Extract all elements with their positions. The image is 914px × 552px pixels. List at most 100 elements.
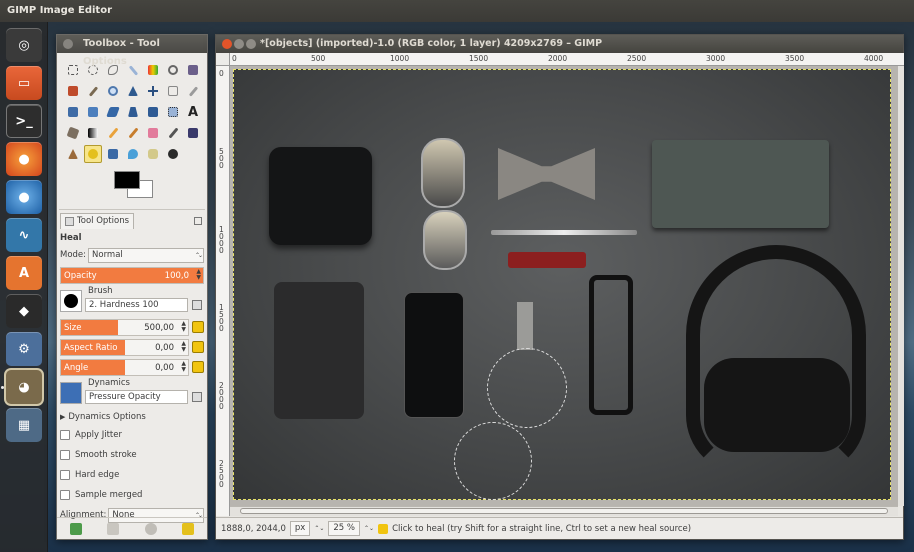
delete-preset-icon[interactable]: [144, 522, 157, 535]
system-monitor-icon[interactable]: ∿: [6, 218, 42, 252]
dock-tabs: Tool Options: [57, 213, 207, 229]
horizontal-ruler[interactable]: 0 500 1000 1500 2000 2500 3000 3500 4000: [230, 53, 904, 66]
inkscape-icon[interactable]: ◆: [6, 294, 42, 328]
scroll-thumb[interactable]: [240, 508, 888, 514]
foreground-select-tool[interactable]: [184, 61, 202, 79]
reset-icon[interactable]: [192, 361, 204, 373]
spin-arrows-icon[interactable]: ▲ ▼: [181, 340, 186, 353]
blur-tool[interactable]: [124, 145, 142, 163]
software-center-icon[interactable]: A: [6, 256, 42, 290]
spin-arrows-icon[interactable]: ⌃⌄: [364, 525, 374, 532]
pencil-tool[interactable]: [104, 124, 122, 142]
minimize-icon[interactable]: [234, 39, 244, 49]
workspace-icon[interactable]: ▦: [6, 408, 42, 442]
perspective-tool[interactable]: [124, 103, 142, 121]
aspect-ratio-slider[interactable]: Aspect Ratio 0,00 ▲ ▼: [60, 338, 189, 356]
color-picker-tool[interactable]: [84, 82, 102, 100]
save-preset-icon[interactable]: [69, 522, 82, 535]
paths-tool[interactable]: [64, 82, 82, 100]
settings-icon[interactable]: ⚙: [6, 332, 42, 366]
unit-select[interactable]: px: [289, 521, 311, 536]
dynamics-icon[interactable]: [60, 382, 82, 404]
spin-arrows-icon[interactable]: ▲ ▼: [181, 360, 186, 373]
maximize-icon[interactable]: [246, 39, 256, 49]
spin-arrows-icon[interactable]: ▲ ▼: [181, 320, 186, 333]
terminal-icon[interactable]: >_: [6, 104, 42, 138]
reset-icon[interactable]: [192, 321, 204, 333]
horizontal-scrollbar[interactable]: [230, 506, 898, 516]
dynamics-options-expander[interactable]: ▶ Dynamics Options: [60, 410, 204, 424]
opacity-slider[interactable]: Opacity 100,0 ▲ ▼: [60, 266, 204, 284]
running-indicator: [1, 386, 4, 389]
close-icon[interactable]: [63, 39, 73, 49]
close-icon[interactable]: [222, 39, 232, 49]
phone-case-object: [274, 282, 364, 419]
smudge-tool[interactable]: [144, 145, 162, 163]
brush-preview[interactable]: [60, 290, 82, 312]
reset-options-icon[interactable]: [182, 522, 195, 535]
checkbox[interactable]: [60, 450, 70, 460]
tab-menu-icon[interactable]: [194, 217, 202, 225]
shear-tool[interactable]: [104, 103, 122, 121]
flip-tool[interactable]: [144, 103, 162, 121]
paintbrush-tool[interactable]: [124, 124, 142, 142]
vertical-ruler[interactable]: 0 500 1000 1500 2000 2500: [216, 66, 230, 516]
checkbox[interactable]: [60, 490, 70, 500]
rotate-tool[interactable]: [64, 103, 82, 121]
zoom-select[interactable]: 25 %: [328, 521, 360, 536]
restore-preset-icon[interactable]: [107, 522, 120, 535]
vertical-scrollbar[interactable]: [898, 66, 904, 506]
ruler-corner[interactable]: [216, 53, 230, 66]
cage-tool[interactable]: [164, 103, 182, 121]
scale-tool[interactable]: [84, 103, 102, 121]
firefox-icon[interactable]: ●: [6, 142, 42, 176]
zoom-tool[interactable]: [104, 82, 122, 100]
bucket-fill-tool[interactable]: [64, 124, 82, 142]
reset-icon[interactable]: [192, 341, 204, 353]
align-tool[interactable]: [164, 82, 182, 100]
spin-arrows-icon[interactable]: ⌃⌄: [314, 525, 324, 532]
image-titlebar[interactable]: *[objects] (imported)-1.0 (RGB color, 1 …: [216, 35, 903, 53]
check-row[interactable]: Apply Jitter: [60, 426, 204, 444]
clone-tool[interactable]: [64, 145, 82, 163]
edit-dynamics-icon[interactable]: [192, 392, 202, 402]
foreground-color-swatch[interactable]: [114, 171, 140, 189]
check-row[interactable]: Smooth stroke: [60, 446, 204, 464]
heal-tool[interactable]: [84, 145, 102, 163]
ink-tool[interactable]: [184, 124, 202, 142]
image-canvas[interactable]: [233, 69, 891, 500]
scissors-tool[interactable]: [164, 61, 182, 79]
measure-tool[interactable]: [124, 82, 142, 100]
toolbox-titlebar[interactable]: Toolbox - Tool Options: [57, 35, 207, 67]
mode-select[interactable]: Normal: [88, 247, 204, 263]
dodge-burn-tool[interactable]: [164, 145, 182, 163]
crop-tool[interactable]: [184, 82, 202, 100]
thunderbird-icon[interactable]: ●: [6, 180, 42, 214]
brush-name-field[interactable]: 2. Hardness 100: [85, 298, 188, 312]
edit-brush-icon[interactable]: [192, 300, 202, 310]
gimp-icon[interactable]: ◕: [6, 370, 42, 404]
checkbox[interactable]: [60, 470, 70, 480]
check-row[interactable]: Sample merged: [60, 486, 204, 504]
rect-select-tool[interactable]: [64, 61, 82, 79]
ruler-tick-label: 3500: [785, 54, 805, 63]
ruler-tick-label: 0: [219, 69, 224, 78]
checkbox[interactable]: [60, 430, 70, 440]
dynamics-name-field[interactable]: Pressure Opacity: [85, 390, 188, 404]
blend-tool[interactable]: [84, 124, 102, 142]
text-tool[interactable]: A: [184, 103, 202, 121]
size-slider[interactable]: Size 500,00 ▲ ▼: [60, 318, 189, 336]
angle-slider[interactable]: Angle 0,00 ▲ ▼: [60, 358, 189, 376]
color-select-tool[interactable]: [144, 61, 162, 79]
slider-value: 100,0: [164, 270, 189, 281]
move-tool[interactable]: [144, 82, 162, 100]
perspective-clone-tool[interactable]: [104, 145, 122, 163]
eraser-tool[interactable]: [144, 124, 162, 142]
tab-tool-options[interactable]: Tool Options: [60, 213, 135, 229]
airbrush-tool[interactable]: [164, 124, 182, 142]
canvas-area[interactable]: [230, 66, 898, 506]
check-row[interactable]: Hard edge: [60, 466, 204, 484]
files-icon[interactable]: ▭: [6, 66, 42, 100]
spin-arrows-icon[interactable]: ▲ ▼: [196, 268, 201, 281]
dash-icon[interactable]: ◎: [6, 28, 42, 62]
